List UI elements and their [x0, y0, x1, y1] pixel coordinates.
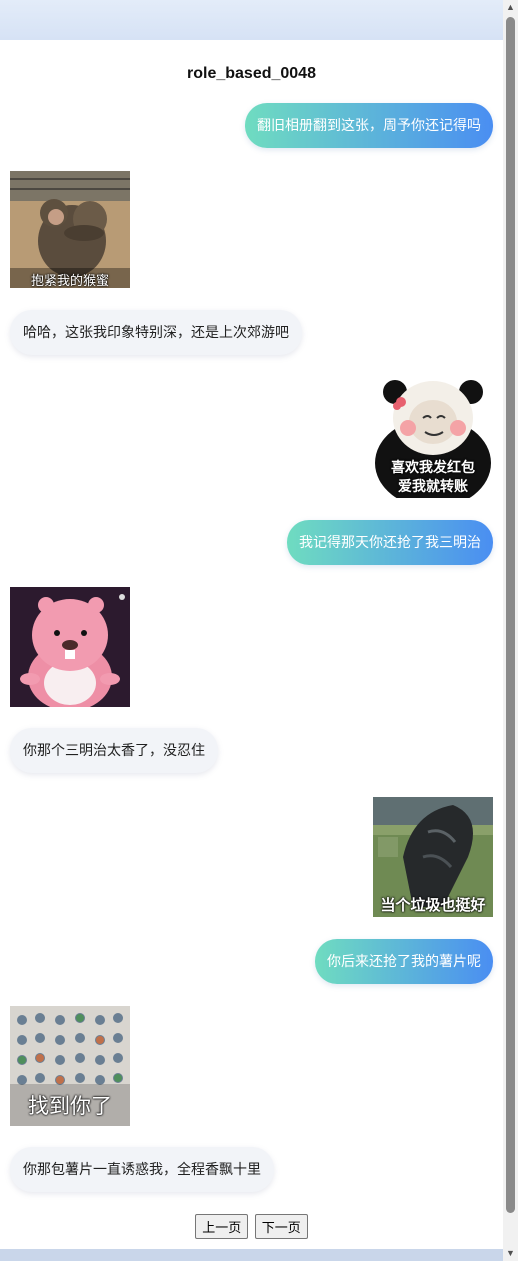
message-bubble-outgoing: 你后来还抢了我的薯片呢: [315, 939, 493, 984]
sticker-caption: 找到你了: [28, 1095, 112, 1118]
sticker-caption: 喜欢我发红包 爱我就转账: [373, 458, 493, 496]
trash-bag-sticker: 当个垃圾也挺好: [373, 797, 493, 917]
scrollbar-thumb[interactable]: [506, 17, 515, 1213]
bottom-band: [0, 1249, 503, 1261]
vertical-scrollbar[interactable]: ▲ ▼: [503, 0, 518, 1261]
next-page-button[interactable]: 下一页: [254, 1214, 308, 1239]
pager: 上一页 下一页: [0, 1214, 503, 1239]
caption-line: 爱我就转账: [398, 478, 468, 494]
panda-meme-sticker: 喜欢我发红包 爱我就转账: [373, 378, 493, 498]
top-band: [0, 0, 503, 40]
caption-line: 喜欢我发红包: [391, 459, 475, 475]
message-bubble-incoming: 你那个三明治太香了，没忍住: [10, 728, 218, 773]
sticker-caption: 当个垃圾也挺好: [380, 897, 486, 914]
monkey-hug-sticker: 抱紧我的猴蜜: [10, 171, 130, 288]
scroll-up-arrow-icon[interactable]: ▲: [503, 0, 518, 15]
message-bubble-incoming: 哈哈，这张我印象特别深，还是上次郊游吧: [10, 310, 302, 355]
message-bubble-incoming: 你那包薯片一直诱惑我，全程香飘十里: [10, 1147, 274, 1192]
sticker-caption: 抱紧我的猴蜜: [30, 273, 109, 288]
prev-page-button[interactable]: 上一页: [195, 1214, 249, 1239]
message-bubble-outgoing: 我记得那天你还抢了我三明治: [287, 520, 493, 565]
message-bubble-outgoing: 翻旧相册翻到这张，周予你还记得吗: [245, 103, 493, 148]
chat-page: role_based_0048 翻旧相册翻到这张，周予你还记得吗 抱紧我的猴蜜 …: [0, 40, 503, 1249]
page-title: role_based_0048: [187, 65, 316, 82]
pink-beaver-sticker: [10, 587, 130, 707]
scroll-down-arrow-icon[interactable]: ▼: [503, 1246, 518, 1261]
emoji-sheet-sticker: 找到你了: [10, 1006, 130, 1126]
